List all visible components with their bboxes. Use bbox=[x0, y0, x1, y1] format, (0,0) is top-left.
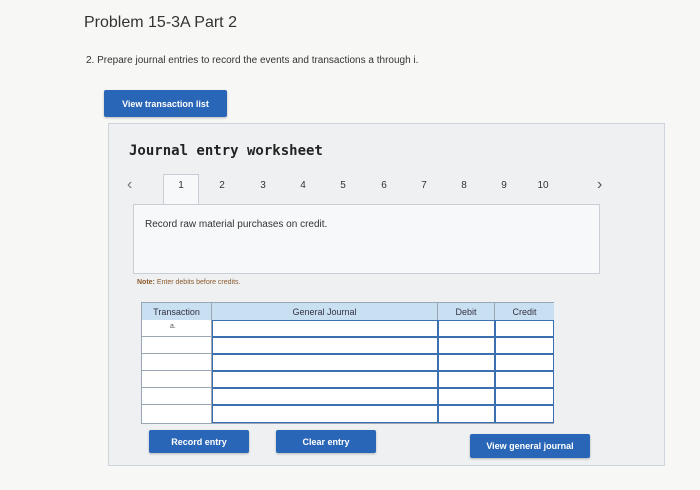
debit-input[interactable] bbox=[438, 371, 495, 388]
chevron-right-icon[interactable]: › bbox=[597, 176, 602, 194]
transaction-cell[interactable]: a. bbox=[142, 320, 212, 337]
note-text: Enter debits before credits. bbox=[156, 279, 241, 286]
record-instruction-text: Record raw material purchases on credit. bbox=[145, 219, 328, 230]
tab-2[interactable]: 2 bbox=[212, 180, 232, 191]
general-journal-input[interactable] bbox=[212, 405, 438, 423]
record-entry-button[interactable]: Record entry bbox=[149, 430, 249, 453]
credit-input[interactable] bbox=[495, 388, 554, 405]
note: Note: Enter debits before credits. bbox=[137, 279, 241, 286]
credit-input[interactable] bbox=[495, 337, 554, 354]
debit-input[interactable] bbox=[438, 388, 495, 405]
problem-title: Problem 15-3A Part 2 bbox=[84, 14, 237, 31]
header-transaction: Transaction bbox=[142, 303, 212, 320]
record-instruction-box: Record raw material purchases on credit. bbox=[133, 204, 600, 274]
tab-7[interactable]: 7 bbox=[414, 180, 434, 191]
view-general-journal-button[interactable]: View general journal bbox=[470, 434, 590, 458]
credit-input[interactable] bbox=[495, 354, 554, 371]
tab-3[interactable]: 3 bbox=[253, 180, 273, 191]
transaction-cell[interactable] bbox=[142, 337, 212, 354]
debit-input[interactable] bbox=[438, 354, 495, 371]
header-general-journal: General Journal bbox=[212, 303, 438, 320]
credit-input[interactable] bbox=[495, 405, 554, 423]
tab-6[interactable]: 6 bbox=[374, 180, 394, 191]
tab-9[interactable]: 9 bbox=[494, 180, 514, 191]
tab-5[interactable]: 5 bbox=[333, 180, 353, 191]
credit-input[interactable] bbox=[495, 320, 554, 337]
page: Problem 15-3A Part 2 2. Prepare journal … bbox=[0, 0, 700, 490]
worksheet-title: Journal entry worksheet bbox=[129, 143, 323, 159]
debit-input[interactable] bbox=[438, 337, 495, 354]
note-label: Note: bbox=[137, 279, 155, 286]
header-credit: Credit bbox=[495, 303, 554, 320]
tab-8[interactable]: 8 bbox=[454, 180, 474, 191]
view-transaction-list-button[interactable]: View transaction list bbox=[104, 90, 227, 117]
tab-1[interactable]: 1 bbox=[171, 180, 191, 191]
problem-instruction: 2. Prepare journal entries to record the… bbox=[86, 55, 419, 66]
general-journal-input[interactable] bbox=[212, 371, 438, 388]
general-journal-input[interactable] bbox=[212, 320, 438, 337]
general-journal-input[interactable] bbox=[212, 354, 438, 371]
transaction-cell[interactable] bbox=[142, 371, 212, 388]
tab-4[interactable]: 4 bbox=[293, 180, 313, 191]
chevron-left-icon[interactable]: ‹ bbox=[127, 176, 132, 194]
general-journal-input[interactable] bbox=[212, 337, 438, 354]
transaction-cell[interactable] bbox=[142, 354, 212, 371]
clear-entry-button[interactable]: Clear entry bbox=[276, 430, 376, 453]
worksheet-pager: ‹ 1 2 3 4 5 6 7 8 9 10 › bbox=[127, 174, 607, 208]
transaction-cell[interactable] bbox=[142, 405, 212, 423]
journal-entry-worksheet: Journal entry worksheet ‹ 1 2 3 4 5 6 7 … bbox=[108, 123, 665, 466]
credit-input[interactable] bbox=[495, 371, 554, 388]
tab-10[interactable]: 10 bbox=[533, 180, 553, 191]
transaction-cell[interactable] bbox=[142, 388, 212, 405]
header-debit: Debit bbox=[438, 303, 495, 320]
debit-input[interactable] bbox=[438, 405, 495, 423]
general-journal-input[interactable] bbox=[212, 388, 438, 405]
journal-table: Transaction General Journal Debit Credit… bbox=[141, 302, 554, 424]
debit-input[interactable] bbox=[438, 320, 495, 337]
